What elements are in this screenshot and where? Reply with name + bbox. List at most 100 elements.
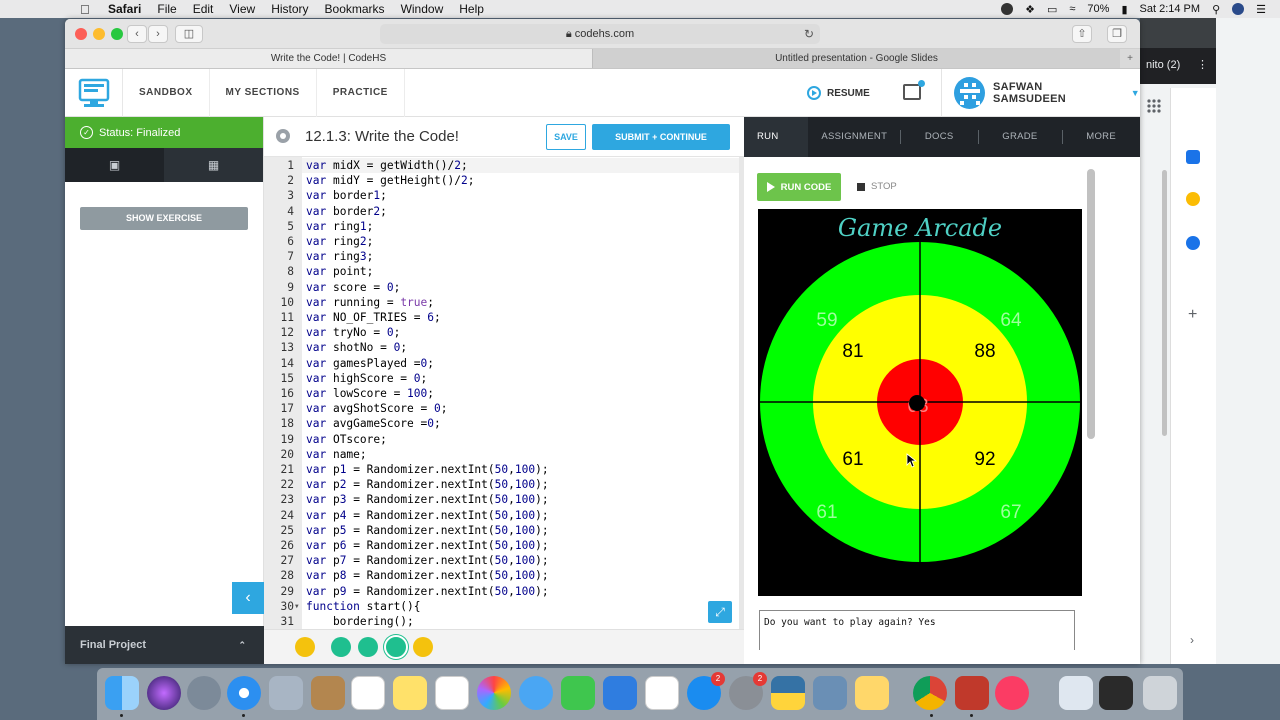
calendar-app-icon[interactable]	[351, 676, 385, 710]
mail-icon[interactable]	[269, 676, 303, 710]
tab-more[interactable]: MORE	[1062, 117, 1140, 157]
address-bar[interactable]: 🔒︎ codehs.com ↻	[380, 24, 820, 44]
back-button[interactable]: ‹	[127, 25, 147, 43]
numbers-icon[interactable]	[645, 676, 679, 710]
kebab-menu-icon[interactable]: ⋮	[1197, 58, 1208, 71]
nav-practice[interactable]: PRACTICE	[317, 68, 405, 117]
tab-run-code[interactable]: RUN CODE	[744, 117, 809, 182]
copy-tool-icon[interactable]	[331, 637, 351, 657]
collapse-sidebar-button[interactable]: ‹	[232, 582, 264, 614]
running-indicator	[970, 714, 973, 717]
reminders-icon[interactable]	[435, 676, 469, 710]
menu-window[interactable]: Window	[401, 2, 444, 16]
tab-assignment[interactable]: ASSIGNMENT	[808, 117, 900, 157]
chrome-icon[interactable]	[913, 676, 947, 710]
messages-icon[interactable]	[519, 676, 553, 710]
menu-view[interactable]: View	[229, 2, 255, 16]
menu-bookmarks[interactable]: Bookmarks	[325, 2, 385, 16]
battery-icon[interactable]: ▮	[1121, 3, 1127, 16]
dropbox-icon[interactable]: ❖	[1025, 3, 1035, 16]
keep-icon[interactable]	[1186, 192, 1200, 206]
apps-grid-icon[interactable]	[1146, 98, 1166, 118]
minimize-window-button[interactable]	[93, 28, 105, 40]
facetime-icon[interactable]	[561, 676, 595, 710]
reload-icon[interactable]: ↻	[804, 24, 814, 44]
xcode-like-icon[interactable]	[955, 676, 989, 710]
user-menu[interactable]: SAFWAN SAMSUDEEN ▼	[941, 69, 1140, 117]
chrome-profile-label[interactable]: nito (2)	[1146, 59, 1180, 71]
tab-google-slides[interactable]: Untitled presentation - Google Slides	[592, 49, 1120, 68]
close-window-button[interactable]	[75, 28, 87, 40]
fold-arrow-icon[interactable]: ▼	[295, 603, 299, 610]
apple-menu-icon[interactable]: 	[80, 2, 94, 17]
menu-safari[interactable]: Safari	[108, 2, 141, 16]
tab-map[interactable]: ▣	[65, 148, 164, 182]
notification-center-icon[interactable]: ☰	[1256, 3, 1266, 16]
python-icon[interactable]	[771, 676, 805, 710]
codehs-logo[interactable]	[65, 68, 123, 117]
tab-grade[interactable]: GRADE	[978, 117, 1061, 157]
tab-codehs[interactable]: Write the Code! | CodeHS	[65, 49, 592, 68]
pencil-tool-icon[interactable]	[358, 637, 378, 657]
music-icon[interactable]	[995, 676, 1029, 710]
nav-sandbox[interactable]: SANDBOX	[123, 68, 210, 117]
calendar-icon[interactable]	[903, 80, 925, 100]
star-tool-icon[interactable]	[384, 635, 408, 659]
nav-my-sections[interactable]: MY SECTIONS	[210, 68, 317, 117]
menu-help[interactable]: Help	[459, 2, 484, 16]
menu-history[interactable]: History	[271, 2, 308, 16]
show-exercise-button[interactable]: SHOW EXERCISE	[80, 207, 248, 230]
run-panel-scrollbar[interactable]	[1087, 169, 1095, 439]
airplay-icon[interactable]: ▭	[1047, 3, 1057, 16]
tab-docs[interactable]: DOCS	[901, 117, 978, 157]
photos-icon[interactable]	[477, 676, 511, 710]
run-code-button[interactable]: RUN CODE	[757, 173, 841, 201]
finder-icon[interactable]	[105, 676, 139, 710]
spotlight-icon[interactable]: ⚲	[1212, 3, 1220, 16]
system-preferences-icon[interactable]: 2	[729, 672, 767, 710]
expand-icon[interactable]: ⤢	[708, 601, 732, 623]
chevron-right-icon[interactable]: ›	[1190, 633, 1194, 647]
final-project-toggle[interactable]: Final Project ⌃	[65, 626, 264, 664]
clock[interactable]: Sat 2:14 PM	[1140, 3, 1201, 15]
share-button[interactable]: ⇧	[1072, 25, 1092, 43]
tab-calendar[interactable]: ▦	[164, 148, 263, 182]
record-icon[interactable]	[1001, 3, 1014, 15]
wifi-icon[interactable]: ≈	[1069, 3, 1075, 15]
submit-continue-button[interactable]: SUBMIT + CONTINUE	[592, 124, 730, 150]
preview-icon[interactable]	[813, 676, 847, 710]
resume-button[interactable]: RESUME	[807, 69, 870, 117]
user-account-icon[interactable]	[1232, 3, 1245, 15]
code-editor[interactable]: 1 2 3 4 5 6 7 8 9 10 11 12 13 14 15 16 17 18 19 20 21 22 23 24 2…	[264, 157, 744, 629]
recent-document-icon[interactable]	[1099, 676, 1133, 710]
sidebar-toggle-button[interactable]: ◫	[175, 25, 203, 43]
save-button[interactable]: SAVE	[546, 124, 586, 150]
scrollbar[interactable]	[1162, 170, 1167, 436]
stop-button[interactable]: STOP	[857, 181, 897, 192]
notes-icon[interactable]	[393, 676, 427, 710]
launchpad-icon[interactable]	[187, 676, 221, 710]
siri-icon[interactable]	[147, 676, 181, 710]
calendar-icon[interactable]	[1186, 150, 1200, 164]
image-tool-icon[interactable]	[413, 637, 433, 657]
program-canvas[interactable]: Game Arcade 59 64 81 88 63 61 92 61 67	[758, 209, 1082, 596]
downloads-folder-icon[interactable]	[1059, 676, 1093, 710]
textedit-icon[interactable]	[855, 676, 889, 710]
minimize-tool-icon[interactable]	[295, 637, 315, 657]
battery-percent[interactable]: 70%	[1087, 3, 1109, 15]
new-tab-button[interactable]: +	[1120, 49, 1140, 68]
add-addon-icon[interactable]: +	[1188, 306, 1197, 324]
menu-edit[interactable]: Edit	[193, 2, 214, 16]
contacts-icon[interactable]	[311, 676, 345, 710]
safari-icon[interactable]	[227, 676, 261, 710]
menu-file[interactable]: File	[157, 2, 176, 16]
app-store-icon[interactable]: 2	[687, 672, 725, 710]
code-line: var midY = getHeight()/2;	[306, 174, 475, 188]
trash-icon[interactable]	[1143, 676, 1177, 710]
gear-icon[interactable]	[276, 129, 290, 143]
keynote-icon[interactable]	[603, 676, 637, 710]
forward-button[interactable]: ›	[148, 25, 168, 43]
tasks-icon[interactable]	[1186, 236, 1200, 250]
tabs-overview-button[interactable]: ❐	[1107, 25, 1127, 43]
zoom-window-button[interactable]	[111, 28, 123, 40]
